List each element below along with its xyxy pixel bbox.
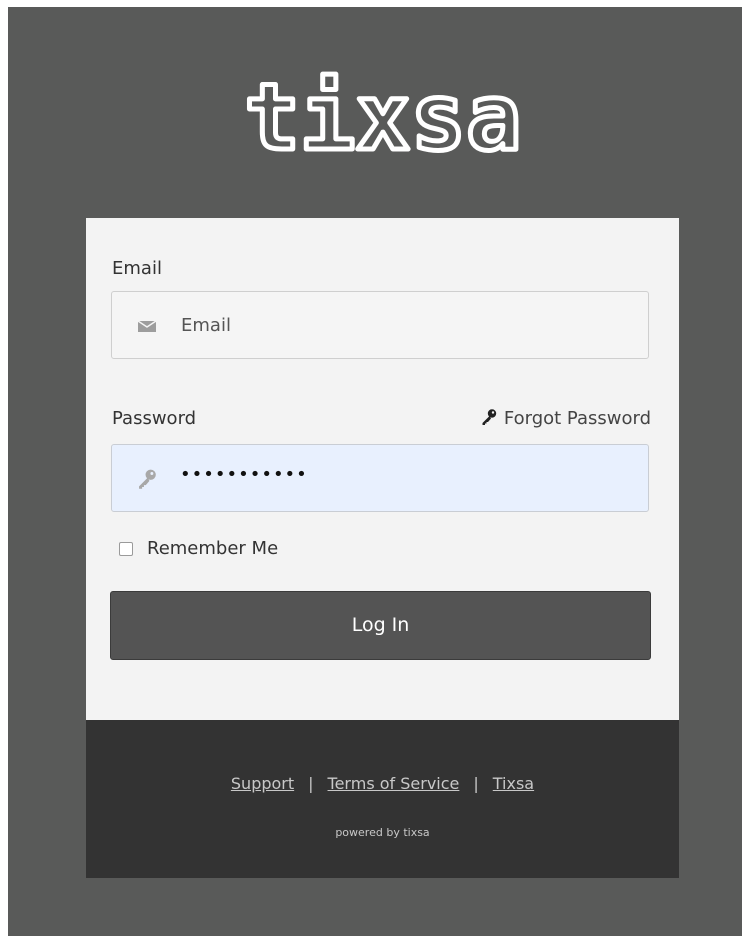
link-separator: | xyxy=(308,774,314,793)
email-label: Email xyxy=(112,258,162,279)
email-field[interactable]: Email xyxy=(111,291,649,359)
envelope-icon xyxy=(136,315,158,337)
password-value: ••••••••••• xyxy=(180,464,308,485)
terms-of-service-link[interactable]: Terms of Service xyxy=(328,774,460,793)
tixsa-link[interactable]: Tixsa xyxy=(493,774,534,793)
remember-me-label: Remember Me xyxy=(147,538,279,559)
tixsa-logo: tixsa xyxy=(213,71,553,171)
remember-me-checkbox[interactable] xyxy=(119,542,133,556)
login-card: Email Email Password Forgot Password •••… xyxy=(86,218,679,720)
powered-by-text: powered by tixsa xyxy=(335,826,430,839)
support-link[interactable]: Support xyxy=(231,774,294,793)
password-label: Password xyxy=(112,408,197,429)
key-icon xyxy=(482,409,497,425)
logo-text: tixsa xyxy=(245,71,522,171)
forgot-password-text: Forgot Password xyxy=(503,408,651,429)
email-placeholder: Email xyxy=(181,315,231,336)
log-in-button[interactable]: Log In xyxy=(110,591,651,660)
forgot-password-link[interactable]: Forgot Password xyxy=(480,408,651,430)
login-page-background: tixsa Email Email Password Forgot Passwo… xyxy=(8,7,742,936)
footer: Support | Terms of Service | Tixsa powered b… xyxy=(86,720,679,878)
password-field[interactable]: ••••••••••• xyxy=(111,444,649,512)
footer-links: Support | Terms of Service | Tixsa xyxy=(86,774,679,793)
logo-graphic: tixsa xyxy=(242,71,524,171)
link-separator: | xyxy=(473,774,479,793)
key-icon xyxy=(136,468,158,490)
